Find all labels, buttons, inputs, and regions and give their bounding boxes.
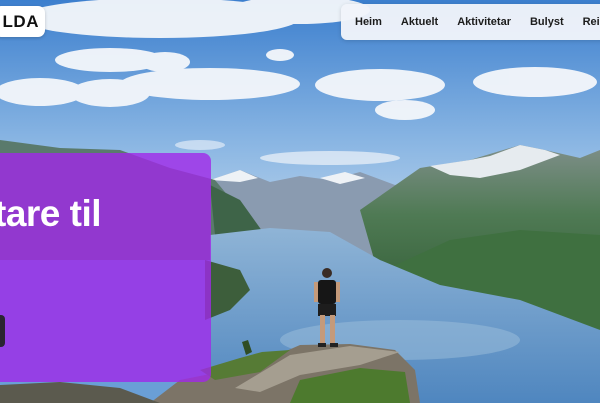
hero-cta-button[interactable]	[0, 315, 5, 347]
nav-item-bulyst[interactable]: Bulyst	[530, 16, 564, 28]
nav-item-heim[interactable]: Heim	[355, 16, 382, 28]
nav-item-aktivitetar[interactable]: Aktivitetar	[457, 16, 511, 28]
main-navigation: Heim Aktuelt Aktivitetar Bulyst Reise	[341, 4, 600, 40]
logo-text: LDA	[2, 11, 39, 31]
nav-item-aktuelt[interactable]: Aktuelt	[401, 16, 438, 28]
nav-item-reise[interactable]: Reise	[583, 16, 600, 28]
site-logo[interactable]: LDA	[0, 6, 45, 37]
hero-heading: tare til	[0, 193, 102, 234]
hero-card	[0, 153, 211, 382]
